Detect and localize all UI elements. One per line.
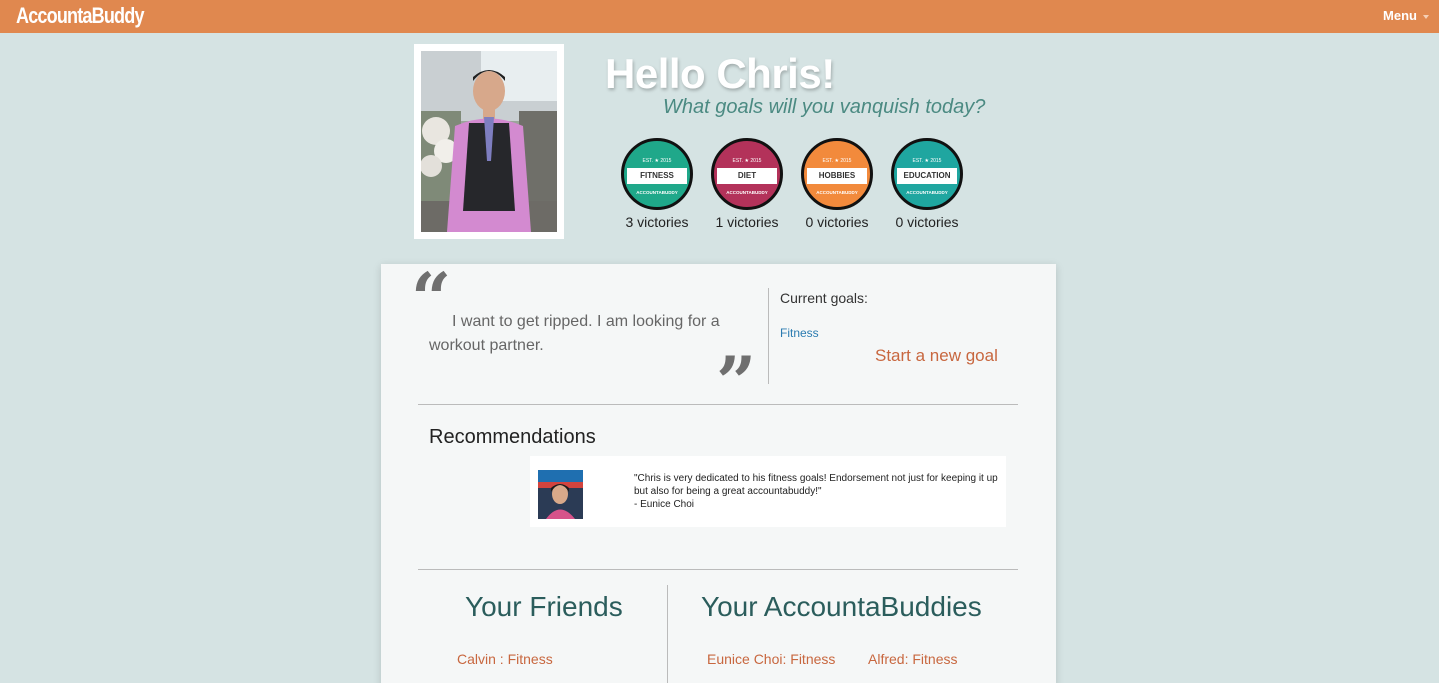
tagline: What goals will you vanquish today? [663,96,986,118]
divider [418,569,1018,570]
friend-item[interactable]: Calvin : Fitness [457,651,553,667]
badge-education[interactable]: EST. ★ 2015 EDUCATION ACCOUNTABUDDY 0 vi… [891,138,963,230]
current-goals-label: Current goals: [780,290,868,306]
friends-heading: Your Friends [465,591,623,622]
chevron-down-icon [1423,14,1429,19]
profile-card: “ I want to get ripped. I am looking for… [381,264,1056,683]
divider [667,585,668,683]
recommendation-text: "Chris is very dedicated to his fitness … [634,472,1004,511]
recommendations-heading: Recommendations [429,426,596,448]
avatar [538,470,583,519]
profile-photo [421,51,557,232]
greeting-heading: Hello Chris! [605,50,835,97]
bio-quote: I want to get ripped. I am looking for a… [429,313,720,354]
education-badge-icon: EST. ★ 2015 EDUCATION ACCOUNTABUDDY [891,138,963,210]
recommendation-author: - Eunice Choi [634,499,695,510]
fitness-badge-icon: EST. ★ 2015 FITNESS ACCOUNTABUDDY [621,138,693,210]
accountabuddies-heading: Your AccountaBuddies [701,591,982,622]
close-quote-icon: ” [716,341,757,424]
recommendation-quote: "Chris is very dedicated to his fitness … [634,473,998,497]
divider [418,404,1018,405]
menu-button[interactable]: Menu [1383,8,1429,23]
menu-label: Menu [1383,8,1417,23]
profile-photo-frame [414,44,564,239]
badge-fitness[interactable]: EST. ★ 2015 FITNESS ACCOUNTABUDDY 3 vict… [621,138,693,230]
goal-link-fitness[interactable]: Fitness [780,326,819,340]
recommendation-item: "Chris is very dedicated to his fitness … [530,456,1006,527]
diet-badge-icon: EST. ★ 2015 DIET ACCOUNTABUDDY [711,138,783,210]
divider [768,288,769,384]
top-navbar: AccountaBuddy Menu [0,0,1439,33]
badge-diet[interactable]: EST. ★ 2015 DIET ACCOUNTABUDDY 1 victori… [711,138,783,230]
badge-hobbies[interactable]: EST. ★ 2015 HOBBIES ACCOUNTABUDDY 0 vict… [801,138,873,230]
buddy-item[interactable]: Eunice Choi: Fitness [707,651,835,667]
start-new-goal-link[interactable]: Start a new goal [875,346,998,366]
brand-logo[interactable]: AccountaBuddy [16,3,144,29]
hobbies-badge-icon: EST. ★ 2015 HOBBIES ACCOUNTABUDDY [801,138,873,210]
badge-victories: 0 victories [895,214,959,230]
buddy-item[interactable]: Alfred: Fitness [868,651,957,667]
